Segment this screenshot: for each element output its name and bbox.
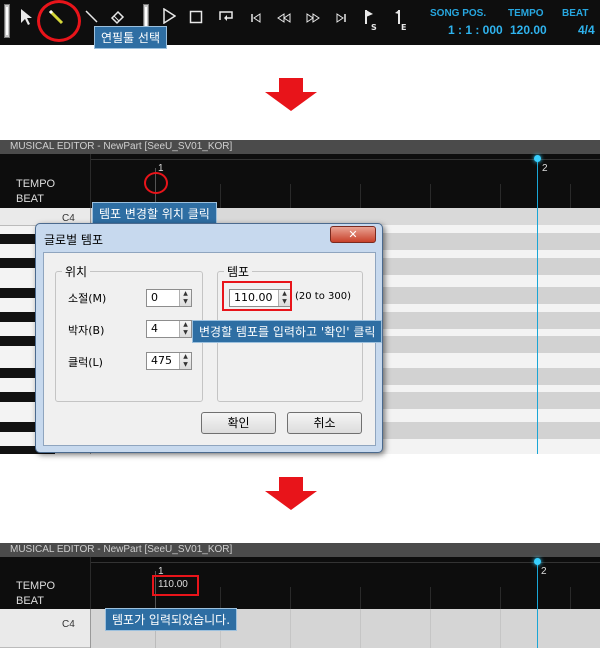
position-group-title: 위치	[62, 263, 91, 280]
start-marker-subscript: S	[371, 23, 377, 32]
tempo-beat-ruler[interactable]: 1 2 TEMPO BEAT 110.00	[0, 557, 600, 609]
beat-field-value: 4	[151, 322, 158, 335]
click-position-circle	[144, 172, 168, 194]
tooltip-enter-tempo: 변경할 템포를 입력하고 '확인' 클릭	[192, 320, 383, 343]
loop-icon[interactable]	[215, 8, 237, 30]
stop-icon[interactable]	[185, 8, 207, 30]
tooltip-select-pencil: 연필툴 선택	[94, 26, 168, 49]
toolbar: S E SONG POS. 1 : 1 : 000 TEMPO 120.00 B…	[0, 0, 600, 45]
tempo-input-highlight	[222, 281, 292, 311]
close-icon[interactable]: ✕	[330, 226, 376, 243]
go-start-icon[interactable]	[245, 8, 267, 30]
stepper-arrows-icon[interactable]: ▲ ▼	[179, 290, 191, 306]
tempo-range-label: (20 to 300)	[295, 291, 352, 302]
down-arrow-icon	[265, 78, 317, 111]
key-c4-label: C4	[62, 619, 75, 630]
tempo-value[interactable]: 120.00	[510, 23, 547, 37]
dialog-body: 위치 소절(M) 0 ▲ ▼ 박자(B) 4 ▲ ▼ 클럭(L) 475 ▲ ▼ 템포…	[43, 252, 376, 446]
tempo-row-label: TEMPO	[16, 178, 56, 190]
song-pos-label: SONG POS.	[430, 8, 487, 19]
beat-value[interactable]: 4/4	[578, 23, 595, 37]
end-marker-icon[interactable]: E	[388, 8, 410, 32]
ok-button[interactable]: 확인	[201, 412, 276, 434]
playhead-marker[interactable]	[534, 155, 541, 162]
tempo-marker-highlight	[152, 575, 199, 596]
start-marker-icon[interactable]: S	[358, 8, 380, 32]
measure-label: 소절(M)	[68, 292, 107, 305]
go-end-icon[interactable]	[330, 8, 352, 30]
clock-value: 475	[151, 354, 172, 367]
dialog-title: 글로벌 템포	[44, 233, 104, 247]
rewind-icon[interactable]	[273, 8, 295, 30]
down-arrow-icon	[265, 477, 317, 510]
beat-row-label: BEAT	[16, 595, 44, 607]
musical-editor-2: MUSICAL EDITOR - NewPart [SeeU_SV01_KOR]…	[0, 543, 600, 648]
tempo-beat-ruler[interactable]: 1 2 TEMPO BEAT	[0, 154, 600, 208]
piano-roll[interactable]: C4	[0, 609, 600, 648]
tooltip-tempo-entered: 템포가 입력되었습니다.	[105, 608, 238, 631]
editor-title: MUSICAL EDITOR - NewPart [SeeU_SV01_KOR]	[0, 543, 600, 557]
beat-row-label: BEAT	[16, 193, 44, 205]
playhead-marker[interactable]	[534, 558, 541, 565]
tooltip-click-position: 템포 변경할 위치 클릭	[92, 202, 217, 225]
editor-title: MUSICAL EDITOR - NewPart [SeeU_SV01_KOR]	[0, 140, 600, 154]
stepper-arrows-icon[interactable]: ▲ ▼	[179, 353, 191, 369]
tempo-label: TEMPO	[508, 8, 544, 19]
measure-2-label: 2	[541, 566, 547, 577]
measure-2-label: 2	[542, 163, 548, 174]
song-pos-value[interactable]: 1 : 1 : 000	[448, 23, 503, 37]
beat-field-label: 박자(B)	[68, 324, 105, 337]
measure-stepper[interactable]: 0 ▲ ▼	[146, 289, 192, 307]
cursor-arrow-icon[interactable]	[16, 8, 38, 30]
fast-forward-icon[interactable]	[302, 8, 324, 30]
tempo-group-title: 템포	[224, 263, 253, 280]
position-group: 위치 소절(M) 0 ▲ ▼ 박자(B) 4 ▲ ▼ 클럭(L) 475 ▲ ▼	[55, 263, 203, 402]
measure-value: 0	[151, 291, 158, 304]
pencil-highlight-circle	[37, 0, 81, 42]
end-marker-subscript: E	[401, 23, 407, 32]
toolbar-grip[interactable]	[4, 4, 10, 38]
beat-label: BEAT	[562, 8, 589, 19]
cancel-button[interactable]: 취소	[287, 412, 362, 434]
clock-stepper[interactable]: 475 ▲ ▼	[146, 352, 192, 370]
beat-stepper[interactable]: 4 ▲ ▼	[146, 320, 192, 338]
clock-label: 클럭(L)	[68, 356, 103, 369]
stepper-arrows-icon[interactable]: ▲ ▼	[179, 321, 191, 337]
tempo-row-label: TEMPO	[16, 580, 56, 592]
